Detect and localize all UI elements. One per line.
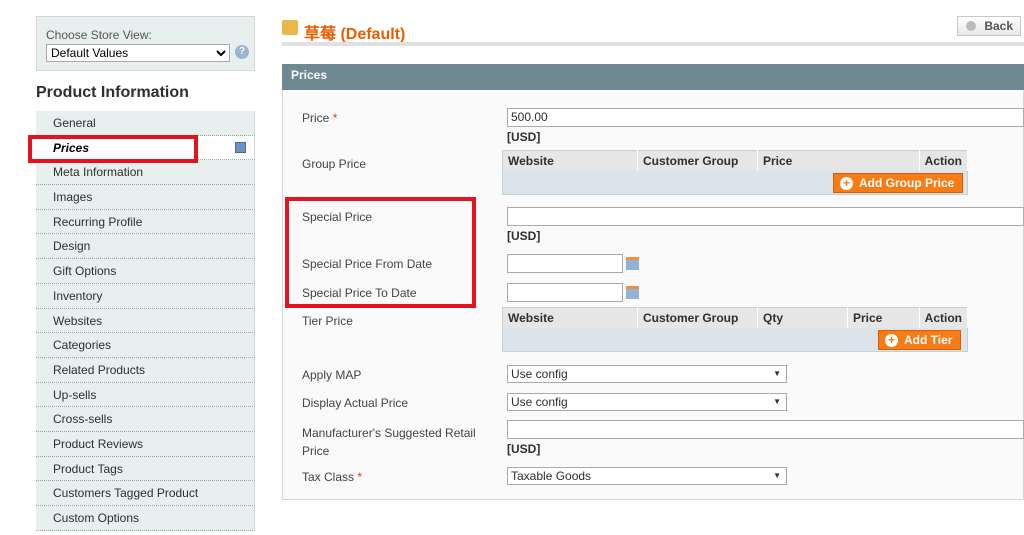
dropdown-arrow-icon: ▼ bbox=[773, 471, 781, 480]
help-icon[interactable]: ? bbox=[235, 45, 249, 59]
sidebar-item-inventory[interactable]: Inventory bbox=[36, 283, 255, 309]
sidebar-item-custom-options[interactable]: Custom Options bbox=[36, 506, 255, 531]
tax-class-select[interactable]: Taxable Goods ▼ bbox=[507, 467, 787, 485]
price-currency: [USD] bbox=[507, 130, 541, 144]
tier-price-label: Tier Price bbox=[302, 314, 353, 328]
highlight-special-price bbox=[285, 197, 476, 308]
sidebar-item-general[interactable]: General bbox=[36, 111, 255, 136]
product-tabs: General Prices Meta Information Images Recur… bbox=[36, 111, 255, 531]
sidebar-item-up-sells[interactable]: Up-sells bbox=[36, 382, 255, 408]
back-label: Back bbox=[984, 19, 1013, 33]
calendar-icon[interactable] bbox=[626, 257, 639, 270]
sidebar-item-categories[interactable]: Categories bbox=[36, 333, 255, 358]
special-price-input[interactable] bbox=[507, 207, 1024, 226]
sidebar-heading: Product Information bbox=[36, 84, 189, 101]
store-view-label: Choose Store View: bbox=[46, 28, 152, 42]
add-tier-button[interactable]: + Add Tier bbox=[878, 330, 962, 350]
msrp-label: Manufacturer's Suggested Retail Price bbox=[302, 426, 476, 458]
special-from-input[interactable] bbox=[507, 254, 623, 273]
apply-map-select[interactable]: Use config ▼ bbox=[507, 365, 787, 383]
sidebar-item-customers-tagged-product[interactable]: Customers Tagged Product bbox=[36, 481, 255, 506]
dropdown-arrow-icon: ▼ bbox=[773, 397, 781, 406]
price-label: Price * bbox=[302, 111, 338, 125]
sidebar-item-related-products[interactable]: Related Products bbox=[36, 357, 255, 383]
save-icon bbox=[235, 142, 246, 153]
highlight-prices-tab bbox=[28, 135, 198, 163]
msrp-input[interactable] bbox=[507, 420, 1024, 439]
sidebar-item-images[interactable]: Images bbox=[36, 185, 255, 210]
sidebar-item-cross-sells[interactable]: Cross-sells bbox=[36, 407, 255, 432]
group-price-label: Group Price bbox=[302, 157, 367, 171]
sidebar-item-product-reviews[interactable]: Product Reviews bbox=[36, 431, 255, 457]
display-actual-price-select[interactable]: Use config ▼ bbox=[507, 393, 787, 411]
add-group-price-button[interactable]: + Add Group Price bbox=[833, 173, 964, 193]
section-title: Prices bbox=[282, 64, 1024, 90]
page-title: 草莓 (Default) bbox=[304, 26, 406, 43]
divider bbox=[282, 42, 1024, 46]
msrp-currency: [USD] bbox=[507, 442, 541, 456]
tax-class-label: Tax Class * bbox=[302, 470, 363, 484]
calendar-icon[interactable] bbox=[626, 286, 639, 299]
sidebar-item-recurring-profile[interactable]: Recurring Profile bbox=[36, 209, 255, 235]
apply-map-label: Apply MAP bbox=[302, 368, 362, 382]
store-view-select[interactable]: Default Values bbox=[46, 44, 230, 62]
special-to-input[interactable] bbox=[507, 283, 623, 302]
sidebar-item-design[interactable]: Design bbox=[36, 234, 255, 260]
plus-icon: + bbox=[885, 334, 898, 347]
sidebar-item-product-tags[interactable]: Product Tags bbox=[36, 456, 255, 482]
plus-icon: + bbox=[840, 177, 853, 190]
sidebar-item-websites[interactable]: Websites bbox=[36, 308, 255, 334]
dropdown-arrow-icon: ▼ bbox=[773, 369, 781, 378]
sidebar-item-gift-options[interactable]: Gift Options bbox=[36, 259, 255, 284]
sidebar-item-meta-information[interactable]: Meta Information bbox=[36, 160, 255, 186]
store-view-switcher: Choose Store View: Default Values ? bbox=[36, 16, 255, 71]
display-actual-price-label: Display Actual Price bbox=[302, 396, 409, 410]
price-input[interactable]: 500.00 bbox=[507, 108, 1024, 127]
back-arrow-icon bbox=[966, 21, 976, 31]
back-button[interactable]: Back bbox=[957, 16, 1021, 36]
special-price-currency: [USD] bbox=[507, 229, 541, 243]
product-box-icon bbox=[282, 20, 298, 35]
